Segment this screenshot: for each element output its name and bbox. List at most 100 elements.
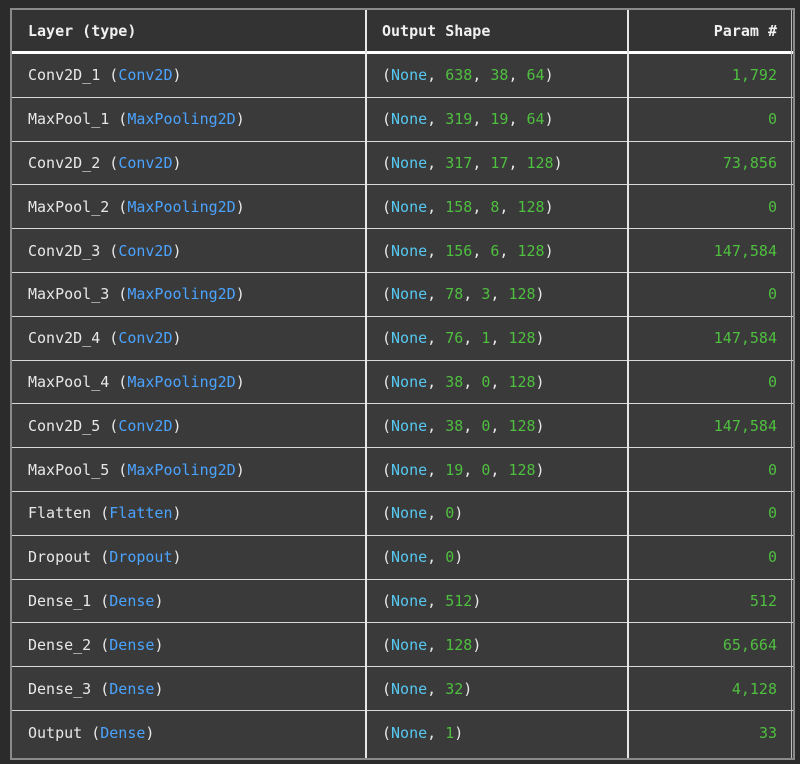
output-shape-cell: (None, 317, 17, 128) (366, 142, 628, 185)
param-count-cell: 0 (628, 98, 793, 141)
layer-name: Output (28, 723, 83, 742)
layer-cell: Conv2D_1 (Conv2D) (12, 54, 366, 97)
param-count: 512 (749, 591, 777, 610)
shape-none: None (391, 679, 428, 698)
param-count: 0 (767, 372, 777, 391)
table-row: MaxPool_4 (MaxPooling2D)(None, 38, 0, 12… (12, 361, 793, 405)
layer-type: Conv2D (118, 416, 173, 435)
shape-dim: 38 (445, 372, 464, 391)
layer-cell: Output (Dense) (12, 711, 366, 755)
table-row: Conv2D_2 (Conv2D)(None, 317, 17, 128) 73,… (12, 142, 793, 186)
punctuation: ) (535, 460, 545, 479)
layer-name: MaxPool_3 (28, 285, 110, 304)
punctuation: ( (382, 110, 392, 129)
shape-dim: 128 (508, 285, 536, 304)
table-row: Conv2D_4 (Conv2D)(None, 76, 1, 128) 147,5… (12, 317, 793, 361)
shape-none: None (391, 504, 428, 523)
punctuation: ) (472, 591, 482, 610)
punctuation: ) (172, 241, 182, 260)
punctuation: ( (382, 66, 392, 85)
shape-dim: 128 (517, 197, 545, 216)
punctuation: ( (382, 416, 392, 435)
punctuation: ) (235, 460, 245, 479)
punctuation: , (427, 504, 446, 523)
column-divider (627, 10, 629, 758)
punctuation: ( (382, 679, 392, 698)
shape-dim: 64 (526, 66, 545, 85)
param-count-cell: 4,128 (628, 667, 793, 710)
punctuation: ) (172, 504, 182, 523)
punctuation: ) (544, 241, 554, 260)
table-row: MaxPool_1 (MaxPooling2D)(None, 319, 19, … (12, 98, 793, 142)
layer-type: Dropout (109, 548, 173, 567)
param-count: 0 (767, 548, 777, 567)
punctuation: , (499, 197, 518, 216)
shape-dim: 0 (481, 416, 491, 435)
punctuation: , (508, 110, 527, 129)
shape-dim: 128 (517, 241, 545, 260)
shape-dim: 156 (445, 241, 473, 260)
punctuation: , (463, 416, 482, 435)
punctuation: ) (535, 416, 545, 435)
shape-dim: 0 (481, 460, 491, 479)
punctuation: ) (235, 197, 245, 216)
punctuation: ) (235, 110, 245, 129)
punctuation: ( (91, 504, 110, 523)
punctuation: ) (535, 329, 545, 348)
punctuation: , (490, 372, 509, 391)
table-row: Dense_2 (Dense)(None, 128) 65,664 (12, 623, 793, 668)
shape-none: None (391, 416, 428, 435)
punctuation: ( (382, 723, 392, 742)
punctuation: ( (100, 329, 119, 348)
output-shape-cell: (None, 128) (366, 623, 628, 666)
param-count: 65,664 (722, 635, 777, 654)
punctuation: ) (544, 197, 554, 216)
shape-none: None (391, 372, 428, 391)
punctuation: ( (82, 723, 101, 742)
shape-dim: 3 (481, 285, 491, 304)
punctuation: ( (382, 153, 392, 172)
param-count: 73,856 (722, 153, 777, 172)
layer-type: MaxPooling2D (127, 197, 236, 216)
header-layer-type: Layer (type) (28, 21, 137, 40)
punctuation: ) (172, 329, 182, 348)
column-divider (791, 10, 792, 758)
table-row: Dense_1 (Dense)(None, 512) 512 (12, 580, 793, 624)
shape-none: None (391, 285, 428, 304)
punctuation: , (508, 66, 527, 85)
punctuation: ( (382, 285, 392, 304)
shape-dim: 317 (445, 153, 473, 172)
layer-type: Dense (109, 635, 155, 654)
param-count-cell: 512 (628, 580, 793, 623)
punctuation: , (490, 460, 509, 479)
output-shape-cell: (None, 1) (366, 711, 628, 755)
header-param-count: Param # (713, 21, 777, 40)
punctuation: ( (382, 241, 392, 260)
param-count-cell: 0 (628, 185, 793, 228)
layer-cell: Dense_3 (Dense) (12, 667, 366, 710)
punctuation: , (427, 110, 446, 129)
layer-type: MaxPooling2D (127, 110, 236, 129)
model-summary-table: Layer (type) Output Shape Param # Conv2D… (10, 8, 795, 760)
shape-dim: 8 (490, 197, 500, 216)
punctuation: ) (472, 635, 482, 654)
shape-none: None (391, 153, 428, 172)
punctuation: , (508, 153, 527, 172)
layer-name: Conv2D_3 (28, 241, 101, 260)
shape-none: None (391, 723, 428, 742)
layer-cell: MaxPool_5 (MaxPooling2D) (12, 448, 366, 491)
layer-type: Conv2D (118, 66, 173, 85)
layer-type: MaxPooling2D (127, 285, 236, 304)
param-count-cell: 0 (628, 492, 793, 535)
punctuation: ( (91, 679, 110, 698)
layer-name: Dense_2 (28, 635, 92, 654)
param-count-cell: 33 (628, 711, 793, 755)
param-count: 147,584 (713, 329, 777, 348)
shape-dim: 1 (481, 329, 491, 348)
output-shape-cell: (None, 319, 19, 64) (366, 98, 628, 141)
punctuation: , (499, 241, 518, 260)
punctuation: , (427, 591, 446, 610)
shape-dim: 64 (526, 110, 545, 129)
shape-dim: 38 (490, 66, 509, 85)
punctuation: , (427, 285, 446, 304)
